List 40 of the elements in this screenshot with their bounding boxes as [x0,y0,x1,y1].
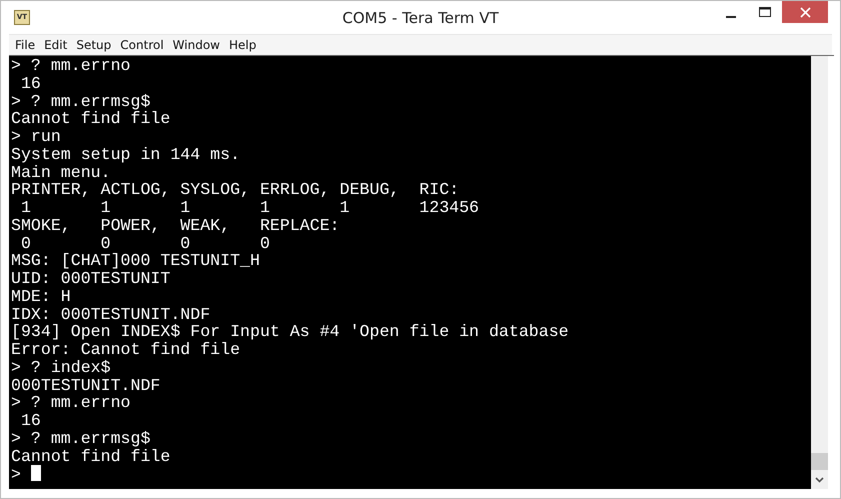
close-icon [800,6,810,18]
terminal-line: > ? mm.errno [11,56,130,75]
close-button[interactable] [782,1,828,23]
terminal-line: System setup in 144 ms. [11,144,240,164]
terminal-line: Cannot find file [11,446,170,466]
terminal-line: IDX: 000TESTUNIT.NDF [11,304,210,324]
menu-item[interactable]: Window [172,38,220,52]
scroll-down-icon[interactable] [815,477,824,483]
menu-item[interactable]: Help [229,38,256,52]
maximize-icon [759,7,771,17]
terminal-line: > ? mm.errmsg$ [11,428,150,448]
terminal-line: UID: 000TESTUNIT [11,269,170,288]
scrollbar-thumb[interactable] [811,453,828,470]
minimize-icon [726,16,736,18]
terminal-line: > run [11,127,61,146]
terminal-line: > ? index$ [11,358,111,377]
menu-item[interactable]: Edit [44,38,68,52]
terminal-screen[interactable] [9,56,811,489]
terminal-line: [934] Open INDEX$ For Input As #4 'Open file in database [11,322,569,342]
scrollbar[interactable] [811,56,828,489]
terminal-line: 000TESTUNIT.NDF [11,376,160,394]
terminal-line: MSG: [CHAT]000 TESTUNIT_H [11,251,260,270]
text-cursor [30,465,41,482]
prompt: > [11,465,21,484]
terminal-line: SMOKE, POWER, WEAK, REPLACE: [11,216,340,235]
terminal-line: 1 1 1 1 1 123456 [20,198,480,217]
menu-item[interactable]: Setup [76,38,112,52]
terminal-line: Error: Cannot find file [11,340,240,359]
terminal-line: PRINTER, ACTLOG, SYSLOG, ERRLOG, DEBUG, RIC: [11,180,460,200]
terminal-line: MDE: H [11,286,71,306]
terminal-line: 16 [20,411,41,430]
terminal-line: > ? mm.errno [11,393,130,412]
window-title: COM5 - Tera Term VT [342,8,499,26]
terminal-line: 16 [20,74,41,93]
menu-item[interactable]: Control [120,38,164,52]
terminal-line: 0 0 0 0 [20,234,270,252]
terminal-line: Main menu. [11,162,111,182]
menu-item[interactable]: File [15,38,36,52]
terminal-line: > ? mm.errmsg$ [11,92,150,110]
terminal-line: Cannot find file [11,109,170,128]
